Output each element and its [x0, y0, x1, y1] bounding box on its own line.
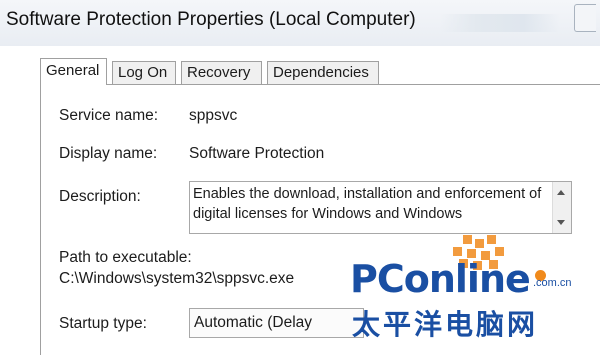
tab-general[interactable]: General	[40, 58, 107, 85]
description-scrollbar[interactable]	[552, 182, 571, 233]
description-label: Description:	[59, 188, 141, 205]
window-title: Software Protection Properties (Local Co…	[6, 9, 416, 30]
display-name-label: Display name:	[59, 145, 158, 162]
close-button[interactable]	[574, 4, 596, 32]
description-box[interactable]: Enables the download, installation and e…	[189, 181, 572, 234]
watermark-chinese: 太平洋电脑网	[352, 308, 539, 341]
display-name-value: Software Protection	[189, 145, 325, 162]
tab-log-on[interactable]: Log On	[112, 61, 176, 84]
title-bar: Software Protection Properties (Local Co…	[0, 0, 600, 46]
service-name-label: Service name:	[59, 107, 159, 124]
scroll-up-icon[interactable]	[557, 190, 565, 195]
title-bar-blur	[440, 14, 560, 32]
description-text: Enables the download, installation and e…	[193, 186, 542, 222]
path-value: C:\Windows\system32\sppsvc.exe	[59, 270, 295, 287]
startup-type-label: Startup type:	[59, 315, 147, 332]
watermark-suffix: .com.cn	[533, 277, 572, 289]
watermark-brand: PConline	[350, 257, 531, 301]
service-name-value: sppsvc	[189, 107, 238, 124]
tab-dependencies[interactable]: Dependencies	[267, 61, 379, 84]
pconline-watermark: PConline .com.cn 太平洋电脑网	[350, 235, 600, 341]
tab-recovery[interactable]: Recovery	[181, 61, 262, 84]
startup-type-dropdown[interactable]: Automatic (Delay	[189, 308, 364, 338]
path-label: Path to executable:	[59, 249, 192, 266]
scroll-down-icon[interactable]	[557, 220, 565, 225]
